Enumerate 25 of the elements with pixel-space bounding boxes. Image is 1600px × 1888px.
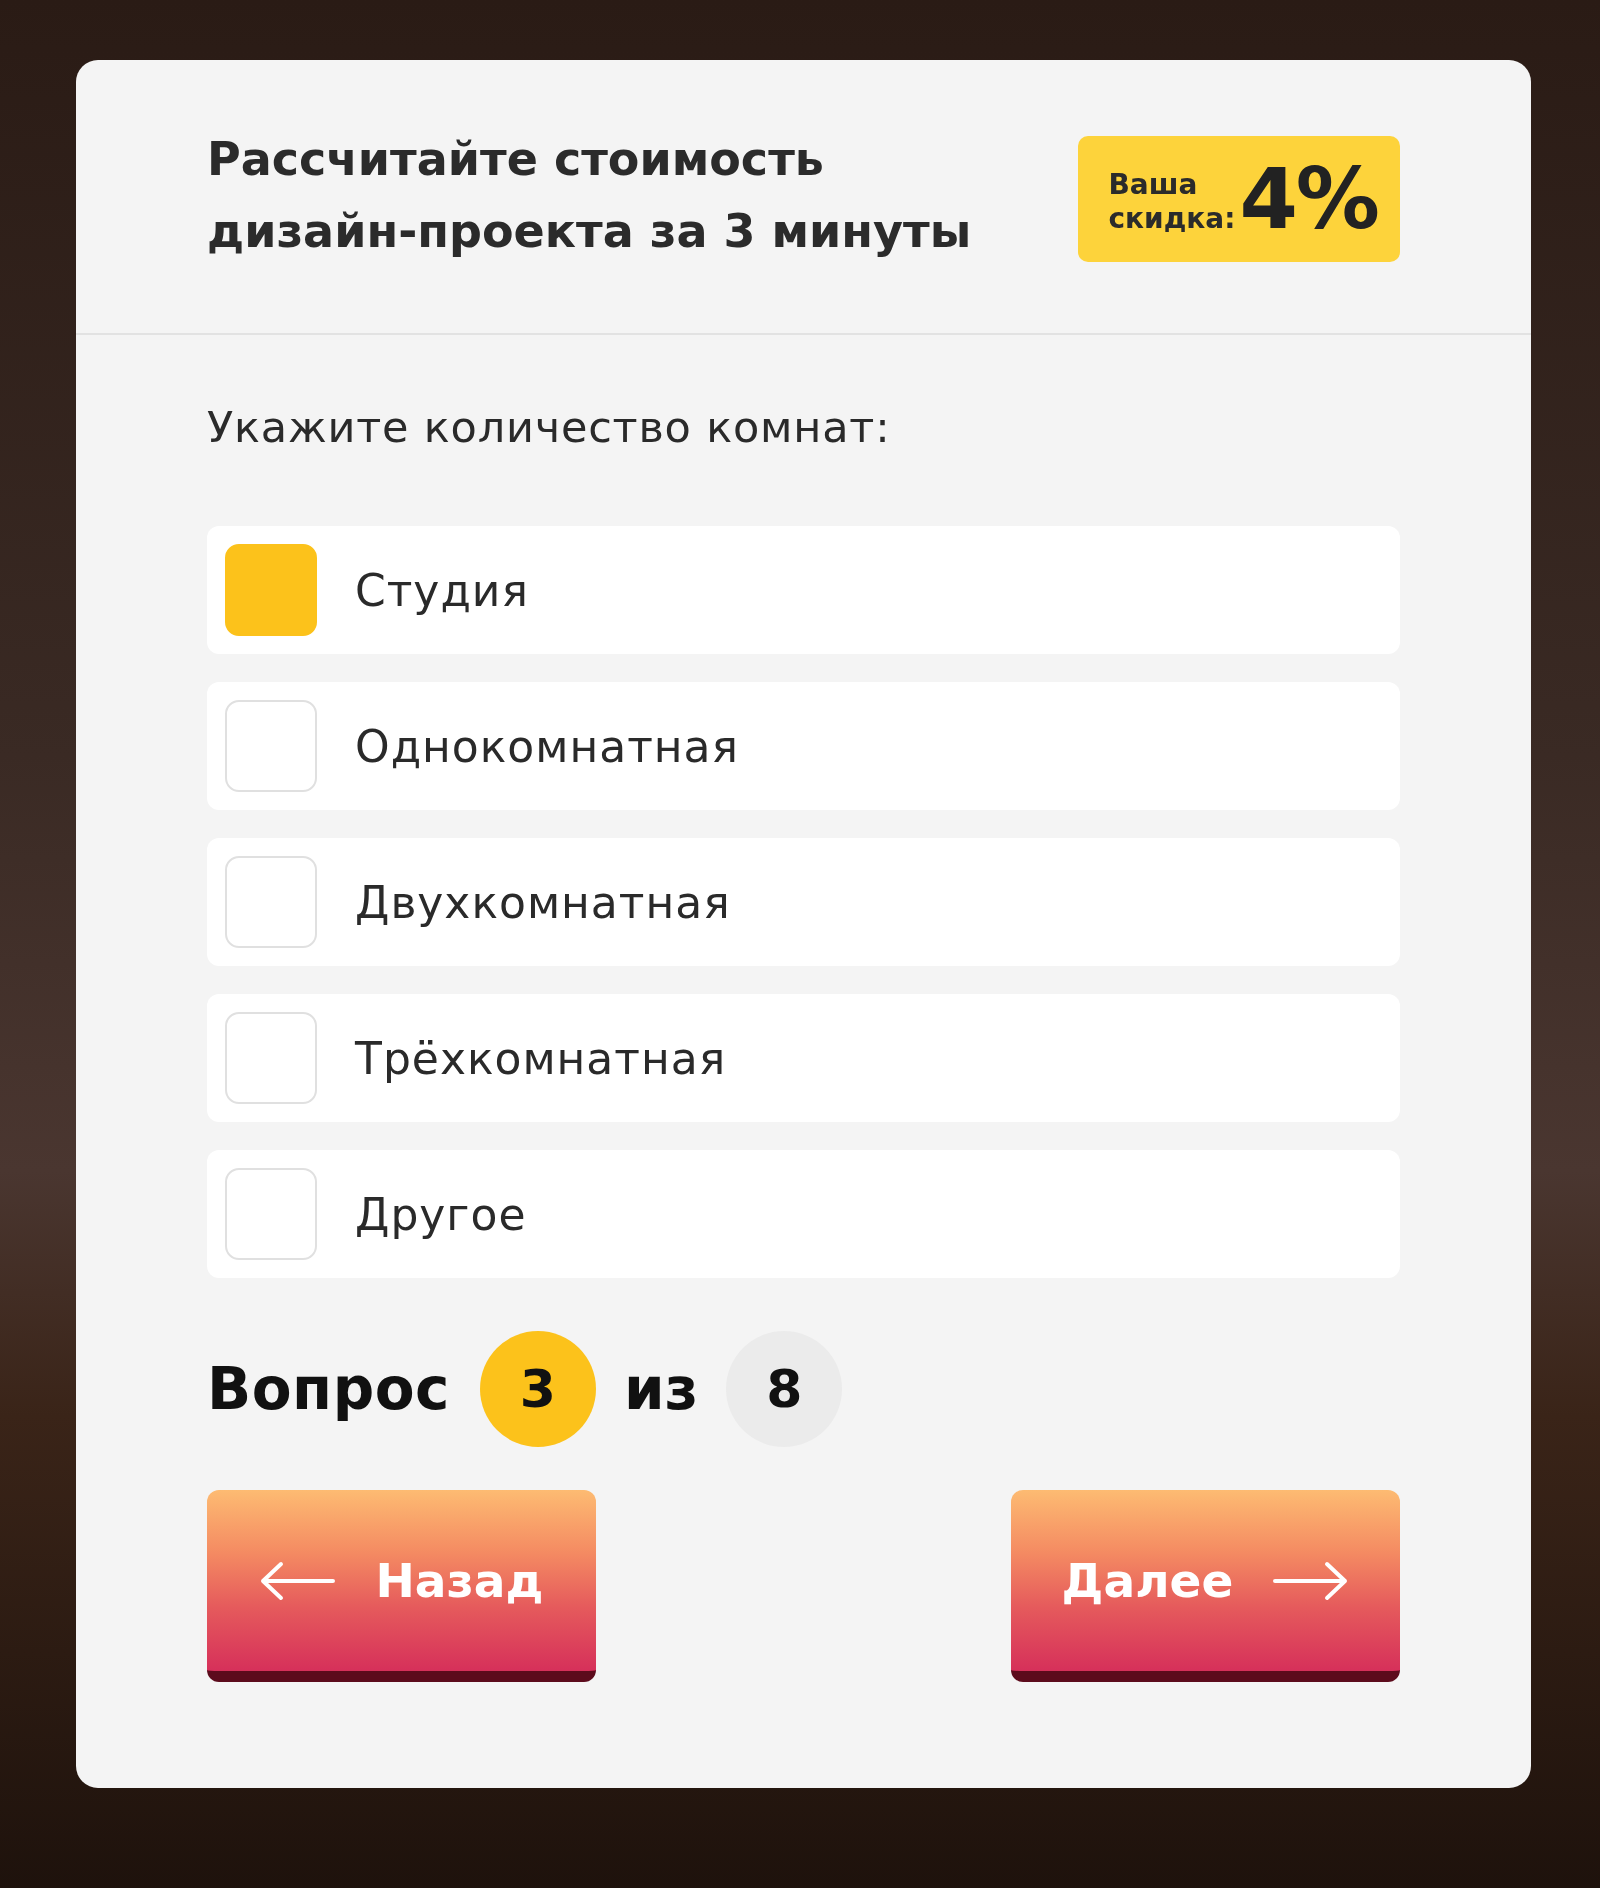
option-card[interactable]: Однокомнатная — [207, 682, 1400, 810]
progress-label: Вопрос — [207, 1355, 450, 1423]
total-questions-number: 8 — [726, 1331, 843, 1447]
discount-label: Ваша скидка: — [1108, 167, 1236, 236]
checkbox[interactable] — [225, 544, 317, 636]
discount-value: 4% — [1239, 153, 1378, 244]
checkbox[interactable] — [225, 856, 317, 948]
option-label: Студия — [355, 564, 529, 616]
option-card[interactable]: Трёхкомнатная — [207, 994, 1400, 1122]
option-label: Другое — [355, 1188, 527, 1240]
option-card[interactable]: Другое — [207, 1150, 1400, 1278]
arrow-left-icon — [259, 1560, 336, 1601]
option-label: Трёхкомнатная — [355, 1032, 727, 1084]
option-card[interactable]: Двухкомнатная — [207, 838, 1400, 966]
option-label: Двухкомнатная — [355, 876, 731, 928]
progress-separator: из — [623, 1355, 699, 1423]
arrow-right-icon — [1273, 1560, 1350, 1601]
checkbox[interactable] — [225, 700, 317, 792]
quiz-title: Рассчитайте стоимость дизайн-проекта за 3 минуты — [207, 130, 973, 260]
option-card[interactable]: Студия — [207, 526, 1400, 654]
option-label: Однокомнатная — [355, 720, 739, 772]
checkbox[interactable] — [225, 1012, 317, 1104]
checkbox[interactable] — [225, 1168, 317, 1260]
question-text: Укажите количество комнат: — [207, 402, 892, 452]
current-question-number: 3 — [479, 1331, 596, 1447]
